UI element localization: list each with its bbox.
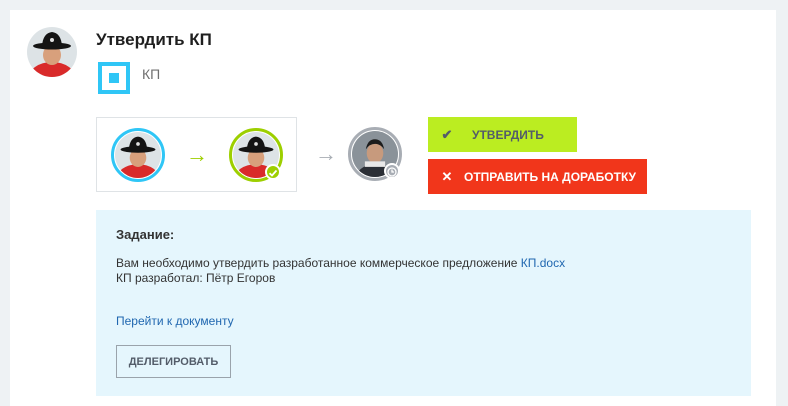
send-for-revision-button[interactable]: ✕ ОТПРАВИТЬ НА ДОРАБОТКУ bbox=[428, 159, 647, 194]
approve-button-label: УТВЕРДИТЬ bbox=[472, 127, 544, 142]
author-avatar[interactable] bbox=[27, 27, 77, 77]
route-author-avatar[interactable] bbox=[115, 132, 161, 178]
page-title: Утвердить КП bbox=[96, 30, 212, 49]
goto-document-link[interactable]: Перейти к документу bbox=[116, 314, 234, 328]
task-card: Утвердить КП КП → → ✔ УТВЕРДИТЬ ✕ ОТПРАВ… bbox=[10, 10, 776, 406]
task-details: Задание: Вам необходимо утвердить разраб… bbox=[96, 210, 751, 396]
document-name[interactable]: КП bbox=[142, 66, 160, 82]
task-text: Вам необходимо утвердить разработанное к… bbox=[116, 256, 521, 270]
close-icon: ✕ bbox=[441, 168, 453, 184]
task-description: Вам необходимо утвердить разработанное к… bbox=[116, 256, 565, 286]
route-arrow-icon-next: → bbox=[315, 141, 337, 166]
delegate-button[interactable]: ДЕЛЕГИРОВАТЬ bbox=[116, 345, 231, 378]
check-icon bbox=[265, 164, 281, 180]
clock-icon bbox=[384, 163, 400, 179]
send-for-revision-label: ОТПРАВИТЬ НА ДОРАБОТКУ bbox=[464, 169, 637, 184]
task-author-line: КП разработал: Пётр Егоров bbox=[116, 271, 276, 285]
approve-button[interactable]: ✔ УТВЕРДИТЬ bbox=[428, 117, 577, 152]
file-link[interactable]: КП.docx bbox=[521, 256, 565, 270]
document-icon bbox=[98, 62, 130, 94]
approval-route: → bbox=[96, 117, 297, 192]
route-arrow-icon: → bbox=[186, 142, 208, 167]
task-heading: Задание: bbox=[116, 227, 175, 242]
check-icon: ✔ bbox=[441, 126, 453, 142]
